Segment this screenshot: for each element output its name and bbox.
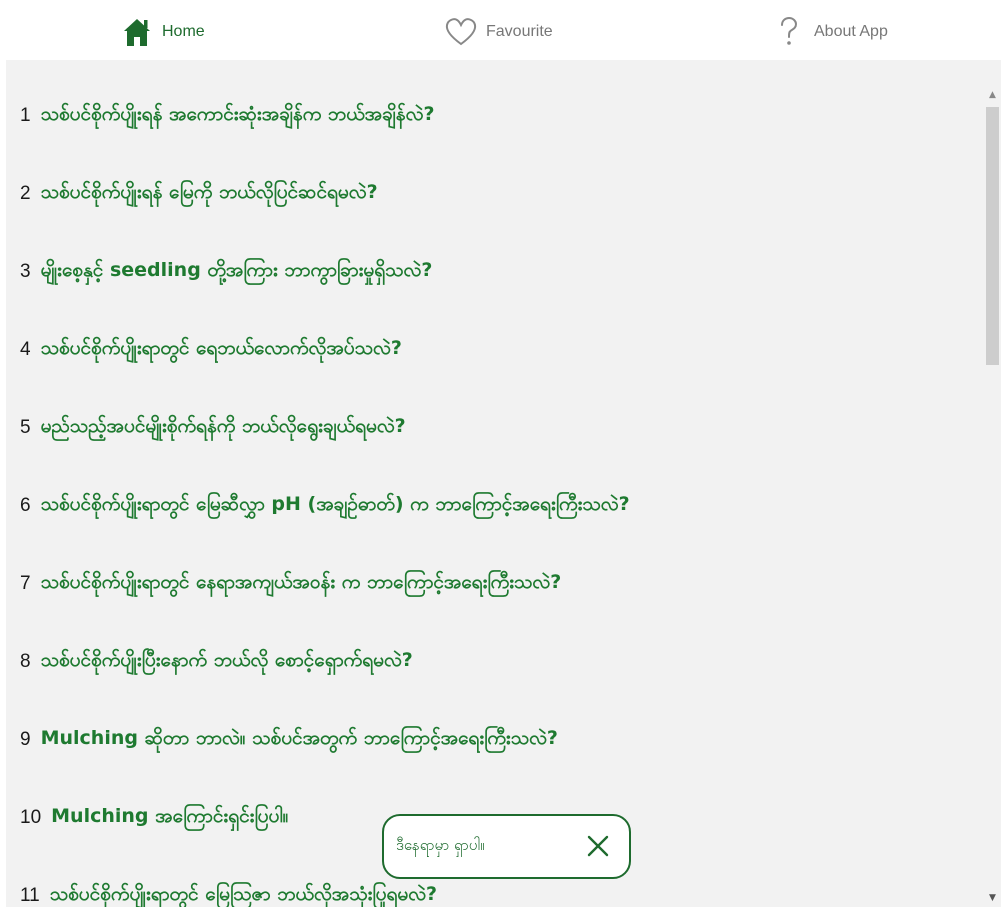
question-number: 1 xyxy=(20,105,31,126)
scroll-up-arrow-icon[interactable]: ▲ xyxy=(987,90,998,100)
question-text: Mulching အကြောင်းရှင်းပြပါ။ xyxy=(51,805,289,827)
question-item[interactable]: 7 သစ်ပင်စိုက်ပျိုးရာတွင် နေရာအကျယ်အဝန်း … xyxy=(20,564,561,604)
question-text: သစ်ပင်စိုက်ပျိုးရာတွင် ရေဘယ်လောက်လိုအပ်သ… xyxy=(40,337,402,359)
heart-icon xyxy=(445,18,477,46)
question-number: 5 xyxy=(20,417,31,438)
question-text: သစ်ပင်စိုက်ပျိုးပြီးနောက် ဘယ်လို စောင့်ရ… xyxy=(40,649,413,671)
question-item[interactable]: 9 Mulching ဆိုတာ ဘာလဲ။ သစ်ပင်အတွက် ဘာကြေ… xyxy=(20,720,558,760)
scrollbar-thumb[interactable] xyxy=(986,107,999,365)
question-number: 6 xyxy=(20,495,31,516)
question-list-panel: 1 သစ်ပင်စိုက်ပျိုးရန် အကောင်းဆုံးအချိန်က… xyxy=(6,60,1001,907)
toast-message: ဒီနေရာမှာ ရှာပါ။ xyxy=(396,835,485,854)
question-text: သစ်ပင်စိုက်ပျိုးရာတွင် နေရာအကျယ်အဝန်း က … xyxy=(40,571,562,593)
nav-favourite-tab[interactable]: Favourite xyxy=(444,14,553,50)
question-number: 2 xyxy=(20,183,31,204)
nav-home-tab[interactable]: Home xyxy=(120,14,205,50)
question-number: 10 xyxy=(20,807,42,828)
vertical-scrollbar[interactable]: ▲ ▼ xyxy=(984,60,1001,907)
question-number: 11 xyxy=(20,885,40,906)
question-text: မျိုးစေ့နှင့် seedling တို့အကြား ဘာကွာခြ… xyxy=(40,259,433,281)
nav-favourite-label: Favourite xyxy=(486,23,553,40)
scroll-down-arrow-icon[interactable]: ▼ xyxy=(987,893,998,903)
question-number: 9 xyxy=(20,729,31,750)
question-text: Mulching ဆိုတာ ဘာလဲ။ သစ်ပင်အတွက် ဘာကြောင… xyxy=(40,727,558,749)
question-item[interactable]: 11 သစ်ပင်စိုက်ပျိုးရာတွင် မြေသြဇာ ဘယ်လို… xyxy=(20,876,437,907)
question-item[interactable]: 2 သစ်ပင်စိုက်ပျိုးရန် မြေကို ဘယ်လိုပြင်ဆ… xyxy=(20,174,378,214)
question-number: 8 xyxy=(20,651,31,672)
question-item[interactable]: 6 သစ်ပင်စိုက်ပျိုးရာတွင် မြေဆီလွှာ pH (အ… xyxy=(20,486,630,526)
question-number: 3 xyxy=(20,261,31,282)
question-item[interactable]: 4 သစ်ပင်စိုက်ပျိုးရာတွင် ရေဘယ်လောက်လိုအပ… xyxy=(20,330,402,370)
close-icon[interactable] xyxy=(585,833,611,859)
question-text: သစ်ပင်စိုက်ပျိုးရာတွင် မြေသြဇာ ဘယ်လိုအသု… xyxy=(49,883,438,905)
top-navigation: Home Favourite About App xyxy=(0,0,1001,60)
nav-home-label: Home xyxy=(162,23,205,40)
question-text: သစ်ပင်စိုက်ပျိုးရန် အကောင်းဆုံးအချိန်က ဘ… xyxy=(40,103,435,125)
home-icon xyxy=(124,19,150,46)
question-item[interactable]: 3 မျိုးစေ့နှင့် seedling တို့အကြား ဘာကွာ… xyxy=(20,252,432,292)
question-item[interactable]: 5 မည်သည့်အပင်မျိုးစိုက်ရန်ကို ဘယ်လိုရွေး… xyxy=(20,408,406,448)
question-text: သစ်ပင်စိုက်ပျိုးရာတွင် မြေဆီလွှာ pH (အချ… xyxy=(40,493,630,515)
question-item[interactable]: 10 Mulching အကြောင်းရှင်းပြပါ။ xyxy=(20,798,288,838)
question-text: မည်သည့်အပင်မျိုးစိုက်ရန်ကို ဘယ်လိုရွေးချ… xyxy=(40,415,406,437)
question-text: သစ်ပင်စိုက်ပျိုးရန် မြေကို ဘယ်လိုပြင်ဆင်… xyxy=(40,181,378,203)
nav-about-label: About App xyxy=(814,23,888,40)
search-hint-toast[interactable]: ဒီနေရာမှာ ရှာပါ။ xyxy=(382,814,631,879)
question-item[interactable]: 1 သစ်ပင်စိုက်ပျိုးရန် အကောင်းဆုံးအချိန်က… xyxy=(20,96,434,136)
question-item[interactable]: 8 သစ်ပင်စိုက်ပျိုးပြီးနောက် ဘယ်လို စောင့… xyxy=(20,642,413,682)
nav-about-tab[interactable]: About App xyxy=(772,14,888,50)
question-icon xyxy=(781,16,798,45)
question-number: 7 xyxy=(20,573,31,594)
question-number: 4 xyxy=(20,339,31,360)
